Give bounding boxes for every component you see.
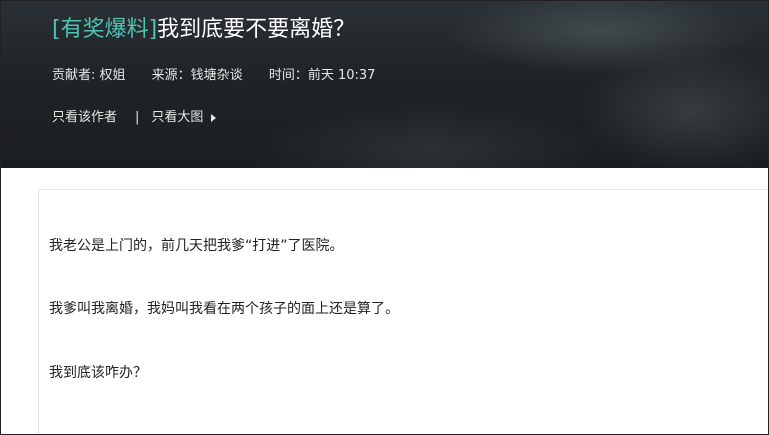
source-label: 来源：钱塘杂谈 (151, 68, 243, 83)
paragraph-1: 我老公是上门的，前几天把我爹“打进”了医院。 (49, 238, 344, 254)
post-actions: 只看该作者 | 只看大图 (52, 109, 217, 127)
post-content-card: 我老公是上门的，前几天把我爹“打进”了医院。 我爹叫我离婚，我妈叫我看在两个孩子… (38, 189, 768, 434)
time-label: 时间：前天 10:37 (268, 68, 376, 83)
post-title: [有奖爆料]我到底要不要离婚？ (52, 15, 355, 45)
contributor-label: 贡献者: 权姐 (52, 68, 126, 83)
title-text: 我到底要不要离婚？ (157, 17, 356, 42)
paragraph-2: 我爹叫我离婚，我妈叫我看在两个孩子的面上还是算了。 (49, 301, 399, 317)
post-header: [有奖爆料]我到底要不要离婚？ 贡献者: 权姐 来源：钱塘杂谈 时间：前天 10… (1, 1, 768, 168)
paragraph-3: 我到底该咋办？ (49, 365, 147, 381)
triangle-right-icon (211, 114, 217, 122)
post-meta: 贡献者: 权姐 来源：钱塘杂谈 时间：前天 10:37 (52, 67, 397, 85)
large-images-link[interactable]: 只看大图 (151, 109, 203, 127)
actions-separator: | (135, 110, 140, 125)
reward-tag[interactable]: [有奖爆料] (52, 17, 157, 42)
page-frame: [有奖爆料]我到底要不要离婚？ 贡献者: 权姐 来源：钱塘杂谈 时间：前天 10… (0, 0, 769, 435)
author-only-link[interactable]: 只看该作者 (52, 109, 117, 127)
